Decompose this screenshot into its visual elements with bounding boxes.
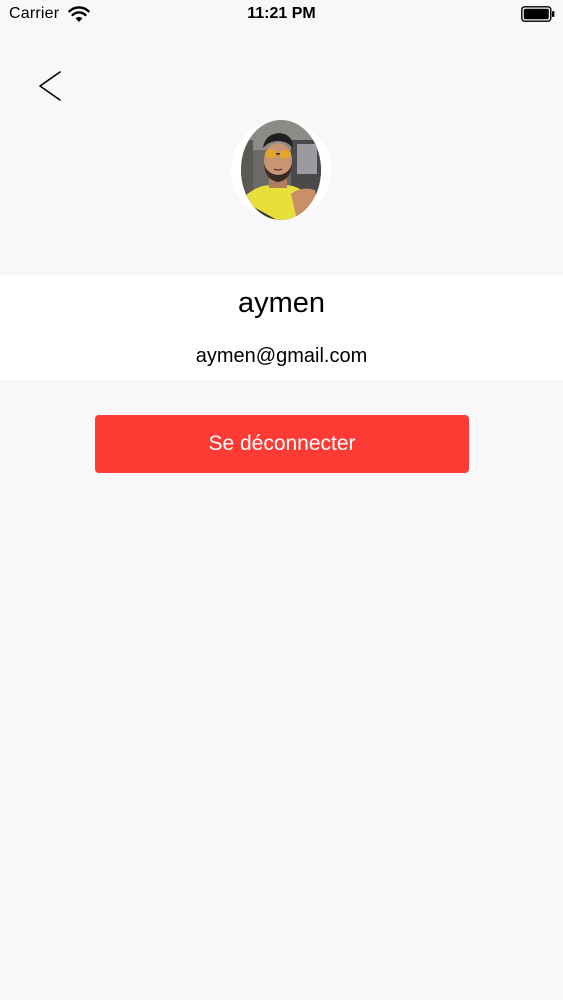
user-name: aymen bbox=[237, 287, 326, 319]
battery-full-icon bbox=[521, 6, 555, 22]
user-photo bbox=[231, 120, 331, 220]
avatar bbox=[231, 120, 331, 220]
status-time: 11:21 PM bbox=[247, 5, 316, 22]
user-email: aymen@gmail.com bbox=[195, 345, 368, 367]
back-button[interactable] bbox=[30, 64, 74, 108]
logout-button[interactable]: Se déconnecter bbox=[95, 415, 469, 473]
chevron-left-icon bbox=[39, 71, 61, 101]
status-bar: Carrier 11:21 PM bbox=[0, 0, 563, 30]
